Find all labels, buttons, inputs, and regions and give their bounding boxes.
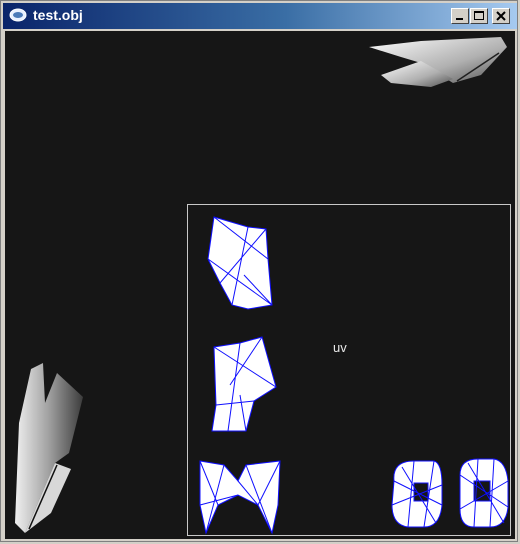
window-title: test.obj bbox=[33, 7, 83, 23]
close-icon bbox=[496, 11, 506, 21]
uv-wireframe bbox=[199, 216, 509, 535]
minimize-button[interactable] bbox=[451, 8, 469, 24]
render-viewport[interactable]: uv bbox=[5, 31, 515, 539]
uv-layout-panel bbox=[187, 204, 511, 536]
app-window: test.obj uv bbox=[0, 0, 518, 542]
app-icon bbox=[9, 8, 27, 22]
model-view-top-right bbox=[369, 37, 507, 87]
title-bar[interactable]: test.obj bbox=[3, 3, 517, 29]
minimize-icon bbox=[456, 18, 463, 20]
maximize-icon bbox=[474, 11, 484, 20]
uv-label: uv bbox=[333, 340, 347, 355]
close-button[interactable] bbox=[492, 8, 510, 24]
maximize-button[interactable] bbox=[470, 8, 488, 24]
model-view-bottom-left bbox=[15, 363, 83, 533]
